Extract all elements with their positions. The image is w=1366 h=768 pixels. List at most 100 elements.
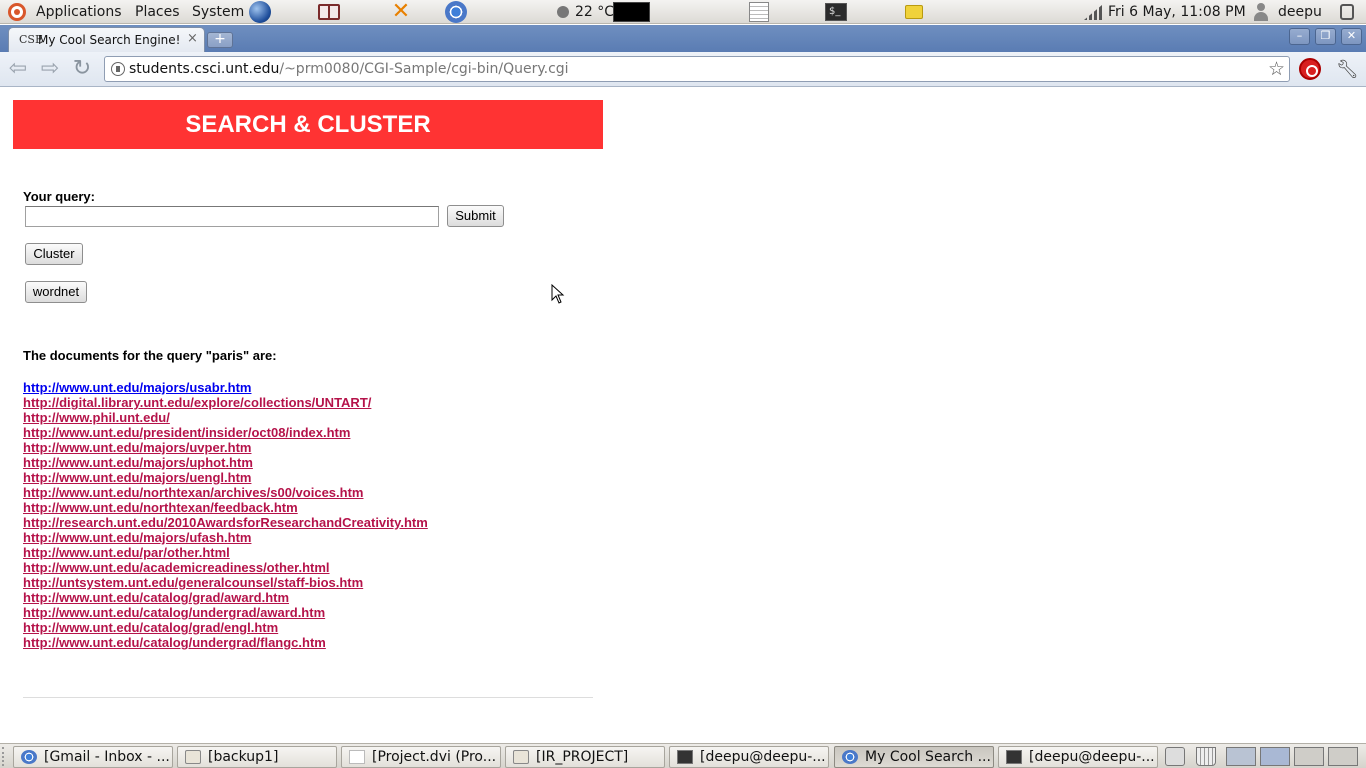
chrome-icon <box>842 750 858 764</box>
user-icon[interactable] <box>1252 3 1270 21</box>
taskbar-item-ir-project[interactable]: [IR_PROJECT] <box>505 746 665 768</box>
result-link[interactable]: http://www.unt.edu/majors/uvper.htm <box>23 440 251 455</box>
taskbar-item-label: [IR_PROJECT] <box>536 749 629 765</box>
menu-applications[interactable]: Applications <box>36 0 122 24</box>
list-item: http://www.phil.unt.edu/ <box>23 410 428 425</box>
browser-toolbar: ⇦ ⇨ ↻ students.csci.unt.edu/~prm0080/CGI… <box>0 52 1366 87</box>
result-link[interactable]: http://www.unt.edu/catalog/grad/award.ht… <box>23 590 289 605</box>
adblock-icon[interactable] <box>1299 58 1321 80</box>
dictionary-launcher-icon[interactable] <box>318 4 340 20</box>
chrome-launcher-icon[interactable] <box>445 1 467 23</box>
restore-window-button[interactable]: ❐ <box>1315 28 1336 45</box>
back-arrow-icon[interactable]: ⇦ <box>5 56 31 82</box>
bottom-taskbar: [Gmail - Inbox - ... [backup1] [Project.… <box>0 743 1366 768</box>
results-list: http://www.unt.edu/majors/usabr.htm http… <box>23 380 428 650</box>
x-launcher-icon[interactable]: ✕ <box>389 0 413 24</box>
favicon-icon: CSE <box>19 33 43 46</box>
address-bar[interactable]: students.csci.unt.edu/~prm0080/CGI-Sampl… <box>104 56 1290 82</box>
result-link[interactable]: http://research.unt.edu/2010AwardsforRes… <box>23 515 428 530</box>
close-window-button[interactable]: ✕ <box>1341 28 1362 45</box>
result-link[interactable]: http://untsystem.unt.edu/generalcounsel/… <box>23 575 363 590</box>
menu-places[interactable]: Places <box>135 0 180 24</box>
result-link[interactable]: http://www.unt.edu/catalog/undergrad/awa… <box>23 605 325 620</box>
result-link[interactable]: http://www.phil.unt.edu/ <box>23 410 170 425</box>
result-link[interactable]: http://digital.library.unt.edu/explore/c… <box>23 395 371 410</box>
submit-button[interactable]: Submit <box>447 205 504 227</box>
folder-icon <box>185 750 201 764</box>
taskbar-item-terminal-1[interactable]: [deepu@deepu-... <box>669 746 829 768</box>
list-item: http://www.unt.edu/catalog/grad/engl.htm <box>23 620 428 635</box>
result-link[interactable]: http://www.unt.edu/majors/ufash.htm <box>23 530 251 545</box>
result-link[interactable]: http://www.unt.edu/majors/uphot.htm <box>23 455 253 470</box>
taskbar-item-gmail[interactable]: [Gmail - Inbox - ... <box>13 746 173 768</box>
taskbar-item-backup1[interactable]: [backup1] <box>177 746 337 768</box>
taskbar-item-label: [backup1] <box>208 749 279 765</box>
wordnet-button[interactable]: wordnet <box>25 281 87 303</box>
folder-icon <box>513 750 529 764</box>
list-item: http://www.unt.edu/majors/uengl.htm <box>23 470 428 485</box>
text-editor-launcher-icon[interactable] <box>749 2 769 22</box>
reload-icon[interactable]: ↻ <box>69 56 95 82</box>
page-banner: SEARCH & CLUSTER <box>13 100 603 149</box>
terminal-icon <box>1006 750 1022 764</box>
page-content: SEARCH & CLUSTER Your query: Submit Clus… <box>0 88 1366 743</box>
trash-icon[interactable] <box>1196 747 1216 766</box>
taskbar-handle <box>2 747 10 766</box>
network-signal-icon[interactable] <box>1084 5 1102 20</box>
wrench-menu-icon[interactable]: 🔧︎ <box>1336 59 1359 80</box>
result-link[interactable]: http://www.unt.edu/academicreadiness/oth… <box>23 560 330 575</box>
result-link[interactable]: http://www.unt.edu/president/insider/oct… <box>23 425 350 440</box>
screenshot-icon[interactable] <box>1165 747 1185 766</box>
results-heading: The documents for the query "paris" are: <box>23 348 277 363</box>
taskbar-item-label: [Gmail - Inbox - ... <box>44 749 170 765</box>
taskbar-item-my-cool-search[interactable]: My Cool Search ... <box>834 746 994 768</box>
tab-strip: CSE My Cool Search Engine! × + – ❐ ✕ <box>0 25 1366 52</box>
list-item: http://www.unt.edu/academicreadiness/oth… <box>23 560 428 575</box>
cluster-button[interactable]: Cluster <box>25 243 83 265</box>
new-tab-button[interactable]: + <box>207 32 233 48</box>
clock[interactable]: Fri 6 May, 11:08 PM <box>1108 0 1246 24</box>
system-monitor-applet[interactable] <box>613 2 650 22</box>
workspace-4[interactable] <box>1328 747 1358 766</box>
weather-icon[interactable] <box>557 6 569 18</box>
username[interactable]: deepu <box>1278 0 1322 24</box>
taskbar-item-terminal-2[interactable]: [deepu@deepu-... <box>998 746 1158 768</box>
tab-close-icon[interactable]: × <box>187 31 198 46</box>
workspace-2[interactable] <box>1260 747 1290 766</box>
bookmark-star-icon[interactable]: ☆ <box>1268 58 1285 80</box>
url-text[interactable]: students.csci.unt.edu/~prm0080/CGI-Sampl… <box>129 61 569 77</box>
result-link[interactable]: http://www.unt.edu/majors/usabr.htm <box>23 380 251 395</box>
result-link[interactable]: http://www.unt.edu/majors/uengl.htm <box>23 470 251 485</box>
list-item: http://www.unt.edu/majors/uvper.htm <box>23 440 428 455</box>
list-item: http://www.unt.edu/catalog/undergrad/awa… <box>23 605 428 620</box>
document-icon <box>349 750 365 764</box>
minimize-window-button[interactable]: – <box>1289 28 1310 45</box>
weather-temperature[interactable]: 22 °C <box>575 0 614 24</box>
firefox-launcher-icon[interactable] <box>249 1 271 23</box>
forward-arrow-icon[interactable]: ⇨ <box>37 56 63 82</box>
menu-system[interactable]: System <box>192 0 244 24</box>
result-link[interactable]: http://www.unt.edu/northtexan/archives/s… <box>23 485 363 500</box>
terminal-launcher-icon[interactable]: $_ <box>825 3 847 21</box>
result-link[interactable]: http://www.unt.edu/catalog/undergrad/fla… <box>23 635 326 650</box>
page-info-icon[interactable] <box>111 62 125 76</box>
tab-my-cool-search-engine[interactable]: CSE My Cool Search Engine! × <box>8 27 205 52</box>
workspace-1[interactable] <box>1226 747 1256 766</box>
result-link[interactable]: http://www.unt.edu/catalog/grad/engl.htm <box>23 620 278 635</box>
taskbar-item-label: [deepu@deepu-... <box>1029 749 1155 765</box>
power-icon[interactable] <box>1340 4 1354 20</box>
list-item: http://www.unt.edu/majors/ufash.htm <box>23 530 428 545</box>
list-item: http://www.unt.edu/catalog/undergrad/fla… <box>23 635 428 650</box>
query-label: Your query: <box>23 189 95 204</box>
ubuntu-logo-icon[interactable] <box>8 3 26 21</box>
list-item: http://untsystem.unt.edu/generalcounsel/… <box>23 575 428 590</box>
result-link[interactable]: http://www.unt.edu/par/other.html <box>23 545 230 560</box>
result-link[interactable]: http://www.unt.edu/northtexan/feedback.h… <box>23 500 298 515</box>
query-input[interactable] <box>25 206 439 227</box>
workspace-3[interactable] <box>1294 747 1324 766</box>
list-item: http://www.unt.edu/majors/uphot.htm <box>23 455 428 470</box>
horizontal-rule <box>23 697 593 698</box>
terminal-icon <box>677 750 693 764</box>
taskbar-item-project-dvi[interactable]: [Project.dvi (Pro... <box>341 746 501 768</box>
folder-launcher-icon[interactable] <box>905 5 923 19</box>
